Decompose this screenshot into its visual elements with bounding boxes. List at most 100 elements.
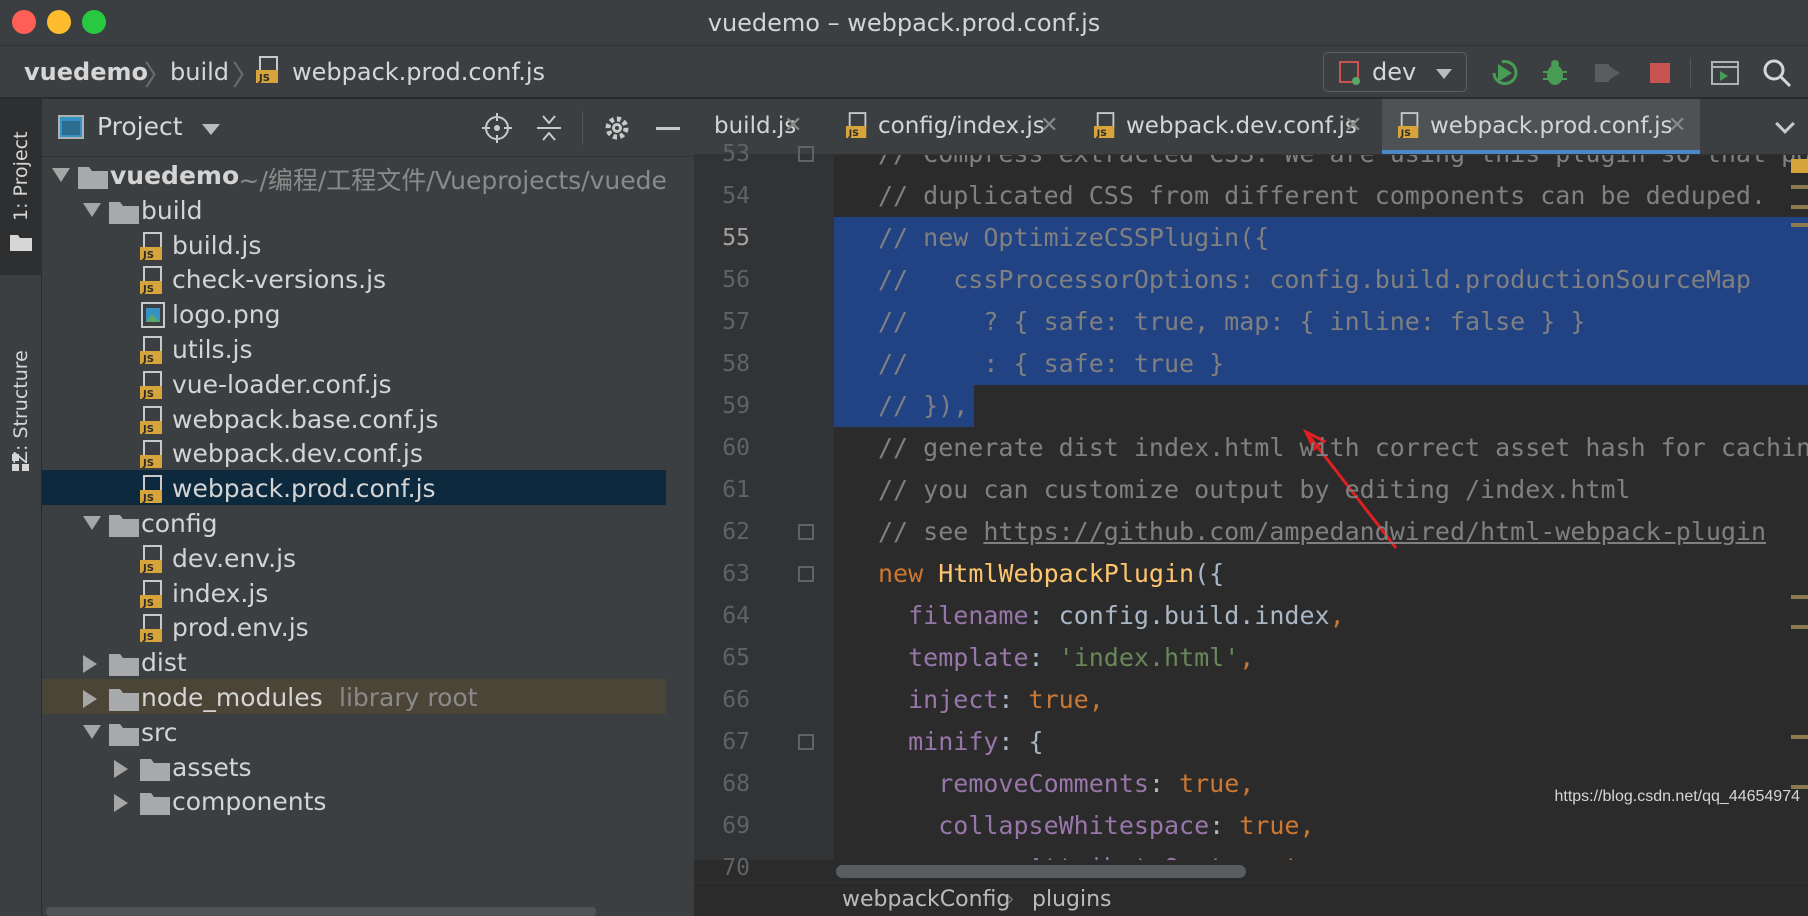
code-token: filename (908, 601, 1029, 630)
chevron-down-icon[interactable] (83, 202, 101, 217)
code-token: // }), (878, 391, 969, 420)
svg-text:JS: JS (1400, 128, 1411, 139)
tree-item-png[interactable]: logo.png (42, 296, 666, 331)
code-token: true, (1179, 769, 1255, 798)
svg-text:JS: JS (142, 389, 154, 400)
project-tree: vuedemo ~/编程/工程文件/Vueprojects/vuedemo buil… (42, 157, 666, 916)
tree-item-folder[interactable]: dist (42, 644, 666, 679)
code-line: // generate dist index.html with correct… (878, 427, 1808, 469)
chevron-right-icon[interactable] (114, 759, 128, 778)
code-token: new (878, 559, 939, 588)
breadcrumb-file[interactable]: webpack.prod.conf.js (292, 58, 545, 86)
hide-panel-icon[interactable] (656, 127, 680, 130)
tree-item-js[interactable]: JS webpack.dev.conf.js (42, 435, 666, 470)
tree-item-folder[interactable]: node_modules library root (42, 679, 666, 714)
structure-tool-button[interactable]: Z: Structure (0, 284, 42, 484)
locate-icon[interactable] (482, 113, 512, 143)
code-token: : (998, 685, 1029, 714)
tree-item-label: config (141, 509, 218, 538)
editor-tab[interactable]: JS webpack.prod.conf.js ✕ (1382, 99, 1700, 154)
breadcrumb-webpackconfig[interactable]: webpackConfig (842, 887, 1010, 912)
svg-text:JS: JS (258, 73, 270, 84)
tree-item-js[interactable]: JS build.js (42, 227, 666, 262)
window-title: vuedemo – webpack.prod.conf.js (707, 9, 1101, 37)
js-file-icon: JS (140, 231, 162, 261)
chevron-down-icon[interactable] (202, 124, 220, 135)
close-icon[interactable]: ✕ (1344, 113, 1362, 138)
tree-item-folder[interactable]: components (42, 783, 666, 818)
editor-tab[interactable]: JS config/index.js ✕ (830, 99, 1072, 154)
breadcrumb-project[interactable]: vuedemo (24, 58, 148, 86)
tree-item-label: dev.env.js (172, 543, 297, 573)
line-number: 59 (722, 393, 750, 419)
code-token: // generate dist index.html with correct… (878, 433, 1808, 462)
tree-item-js[interactable]: JS vue-loader.conf.js (42, 366, 666, 401)
tree-item-folder[interactable]: src (42, 714, 666, 749)
fold-marker-icon[interactable] (798, 566, 814, 582)
breadcrumb-folder[interactable]: build (170, 58, 229, 86)
gear-icon[interactable] (602, 113, 632, 143)
tree-item-js[interactable]: JS dev.env.js (42, 540, 666, 575)
code-area[interactable]: // Compress extracted CSS. We are using … (834, 155, 1808, 860)
tree-item-js[interactable]: JS index.js (42, 575, 666, 610)
chevron-down-icon[interactable] (1775, 114, 1795, 134)
code-line: inject: true, (878, 679, 1104, 721)
project-tool-button[interactable]: 1: Project (0, 99, 42, 275)
stop-icon[interactable] (1645, 58, 1675, 88)
chevron-down-icon[interactable] (52, 168, 70, 182)
js-file-icon: JS (140, 614, 162, 643)
collapse-all-icon[interactable] (534, 113, 564, 143)
svg-text:JS: JS (142, 354, 154, 365)
fold-marker-icon[interactable] (798, 524, 814, 540)
run-configuration-select[interactable]: dev (1323, 52, 1467, 92)
line-number: 53 (722, 141, 750, 167)
chevron-right-icon[interactable] (83, 655, 97, 674)
code-token: minify (908, 727, 999, 756)
chevron-down-icon (1436, 69, 1452, 79)
project-view-title[interactable]: Project (97, 112, 183, 141)
code-token: ({ (1194, 559, 1225, 588)
tree-item-label: vuedemo (110, 161, 240, 190)
line-number: 70 (722, 855, 750, 881)
tree-item-folder[interactable]: config (42, 505, 666, 540)
tree-item-folder[interactable]: build (42, 192, 666, 227)
code-token: removeAttributeQuotes (938, 853, 1254, 860)
code-line: // see https://github.com/ampedandwired/… (878, 511, 1766, 553)
folder-icon (109, 515, 139, 537)
js-file-icon: JS (140, 405, 162, 435)
svg-text:JS: JS (142, 250, 154, 261)
tree-horizontal-scrollbar[interactable] (46, 907, 596, 916)
tree-item-js[interactable]: JS utils.js (42, 331, 666, 366)
tree-item-js[interactable]: JS prod.env.js (42, 609, 666, 644)
editor-tab[interactable]: JS webpack.dev.conf.js ✕ (1078, 99, 1376, 154)
close-icon[interactable]: ✕ (1668, 113, 1686, 138)
tool-window-stripe: 1: Project Z: Structure (0, 99, 42, 916)
chevron-down-icon[interactable] (83, 724, 101, 739)
close-icon[interactable]: ✕ (784, 113, 802, 138)
tree-item-folder[interactable]: assets (42, 749, 666, 784)
line-number: 62 (722, 519, 750, 545)
fold-marker-icon[interactable] (798, 146, 814, 162)
js-file-icon: JS (140, 475, 162, 504)
title-bar: vuedemo – webpack.prod.conf.js (0, 0, 1808, 46)
fold-marker-icon[interactable] (798, 734, 814, 750)
tree-item-js[interactable]: JS webpack.prod.conf.js (42, 470, 666, 505)
chevron-right-icon[interactable] (114, 794, 128, 813)
layout-icon[interactable] (1710, 58, 1740, 88)
tree-item-js[interactable]: JS check-versions.js (42, 261, 666, 296)
breadcrumb-plugins[interactable]: plugins (1032, 887, 1112, 912)
rerun-icon[interactable] (1490, 58, 1520, 88)
scrollbar-thumb[interactable] (836, 865, 1246, 878)
chevron-down-icon[interactable] (83, 516, 101, 530)
profile-icon[interactable] (1592, 58, 1622, 88)
chevron-right-icon[interactable] (83, 690, 97, 708)
search-icon[interactable] (1762, 58, 1792, 88)
editor-horizontal-scrollbar[interactable] (834, 860, 1808, 882)
tree-item-js[interactable]: JS webpack.base.conf.js (42, 401, 666, 436)
tree-item-folder[interactable]: vuedemo ~/编程/工程文件/Vueprojects/vuedemo (42, 157, 666, 195)
close-icon[interactable]: ✕ (1040, 113, 1058, 138)
folder-icon (109, 723, 139, 746)
js-file-icon: JS (846, 112, 867, 139)
debug-icon[interactable] (1540, 58, 1570, 88)
